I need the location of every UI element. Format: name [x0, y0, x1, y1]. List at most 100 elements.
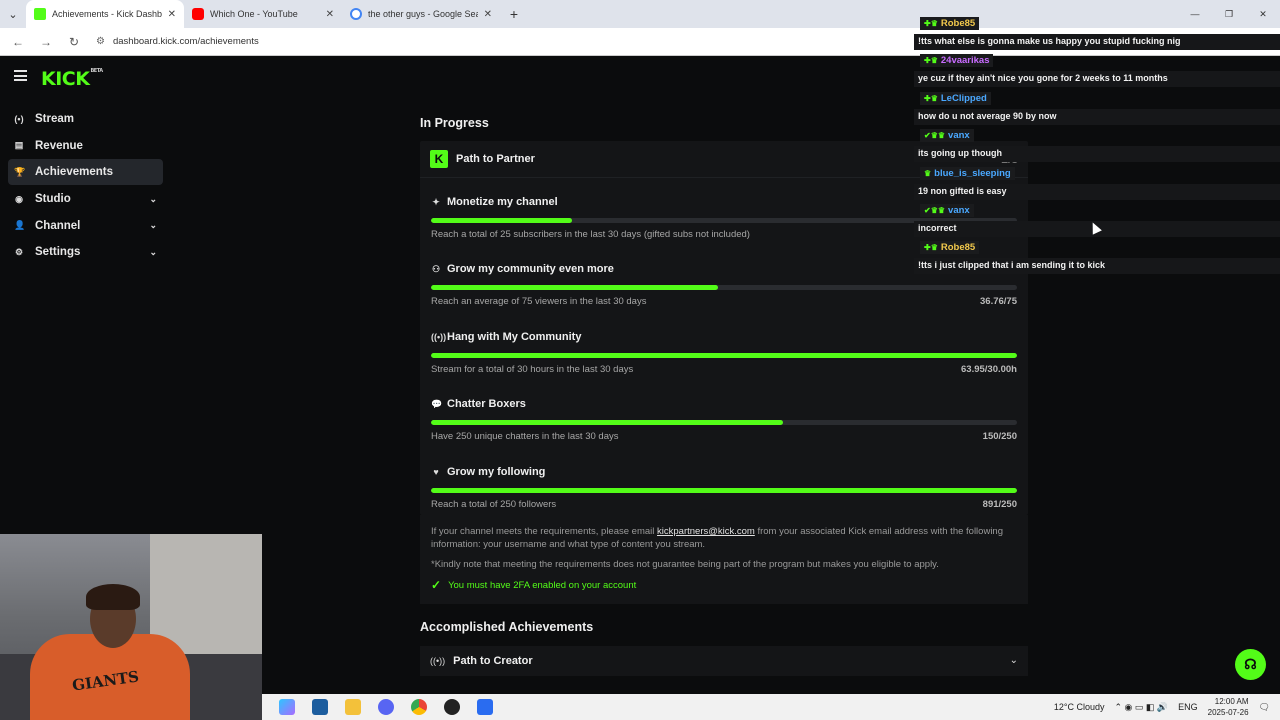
twofa-text: You must have 2FA enabled on your accoun…	[448, 579, 637, 591]
language-indicator[interactable]: ENG	[1178, 702, 1198, 712]
file-explorer-icon[interactable]	[345, 699, 361, 715]
progress-bar	[431, 352, 1017, 358]
chat-text: how do u not average 90 by now	[914, 108, 1280, 125]
close-tab-icon[interactable]: ✕	[326, 9, 334, 20]
chat-badges-icon: ✚♛	[924, 243, 938, 253]
tab-kick[interactable]: Achievements - Kick Dashboard ✕	[26, 0, 184, 28]
chat-overlay: ✚♛ Robe85 !tts what else is gonna make us …	[914, 14, 1280, 276]
goal-value: 63.95/30.00h	[961, 363, 1017, 375]
chevron-down-icon[interactable]: ⌄	[149, 194, 157, 205]
support-chat-button[interactable]: ☊	[1235, 649, 1266, 680]
goal-description: Stream for a total of 30 hours in the la…	[431, 363, 634, 375]
sidebar-item-stream[interactable]: (•) Stream	[8, 106, 163, 132]
tab-title: Which One - YouTube	[210, 9, 298, 19]
tab-google[interactable]: the other guys - Google Search ✕	[342, 0, 500, 28]
goal-title-row: ♥ Grow my following	[431, 466, 1017, 478]
revenue-icon: ▤	[14, 140, 24, 151]
goal-item: 💬 Chatter Boxers Have 250 unique chatters …	[431, 380, 1017, 447]
goal-title: Hang with My Community	[447, 330, 582, 343]
chevron-down-icon[interactable]: ⌄	[149, 247, 157, 258]
google-icon	[350, 8, 362, 20]
goal-description: Reach a total of 250 followers	[431, 498, 557, 510]
twofa-requirement: ✓ You must have 2FA enabled on your acco…	[431, 577, 1017, 592]
goal-value: 891/250	[982, 498, 1017, 510]
trophy-icon: 🏆	[14, 166, 26, 177]
chat-message: ✚♛ Robe85 !tts i just clipped that i am se…	[914, 238, 1280, 275]
goal-value: 150/250	[982, 431, 1017, 443]
tab-title: Achievements - Kick Dashboard	[52, 9, 162, 19]
sidebar-item-achievements[interactable]: 🏆 Achievements	[8, 159, 163, 186]
system-tray-icons[interactable]: ⌃ ◉ ▭ ◧ 🔊	[1115, 702, 1169, 713]
chat-message: ♛ blue_is_sleeping 19 non gifted is easy	[914, 164, 1280, 201]
partner-email-link[interactable]: kickpartners@kick.com	[657, 526, 755, 537]
kick-icon	[34, 8, 46, 20]
url-field[interactable]: ⚙ dashboard.kick.com/achievements	[96, 36, 259, 47]
tab-title: the other guys - Google Search	[368, 9, 478, 19]
chat-message: ✚♛ LeClipped how do u not average 90 by no…	[914, 89, 1280, 126]
sidebar-item-label: Revenue	[35, 139, 83, 152]
goal-item: ♥ Grow my following Reach a total of 250 f…	[431, 448, 1017, 515]
chat-username[interactable]: ✚♛ LeClipped	[920, 91, 991, 105]
chat-username[interactable]: ♛ blue_is_sleeping	[920, 166, 1015, 180]
tab-youtube[interactable]: Which One - YouTube ✕	[184, 0, 342, 28]
hamburger-menu-icon[interactable]	[14, 70, 27, 81]
sidebar-item-channel[interactable]: 👤 Channel ⌄	[8, 213, 163, 239]
sparkle-icon: ✦	[432, 196, 440, 207]
chat-username[interactable]: ✔♛♛ vanx	[920, 129, 974, 143]
chat-username[interactable]: ✚♛ Robe85	[920, 241, 980, 255]
reload-icon[interactable]: ↻	[62, 35, 86, 49]
tab-search-chevron-icon[interactable]: ⌄	[0, 0, 26, 28]
clock[interactable]: 12:00 AM 2025-07-26	[1208, 696, 1249, 718]
sidebar-item-studio[interactable]: ◉ Studio ⌄	[8, 186, 163, 212]
chat-badges-icon: ✚♛	[924, 56, 938, 66]
close-tab-icon[interactable]: ✕	[484, 9, 492, 20]
url-text: dashboard.kick.com/achievements	[112, 36, 259, 47]
chat-badges-icon: ✚♛	[924, 19, 938, 28]
card-title: Path to Partner	[456, 153, 535, 165]
weather-widget[interactable]: 12°C Cloudy	[1054, 702, 1105, 712]
forward-icon[interactable]: →	[34, 35, 58, 49]
chat-username[interactable]: ✚♛ 24vaarikas	[920, 54, 994, 68]
sidebar-item-revenue[interactable]: ▤ Revenue	[8, 133, 163, 159]
chevron-down-icon[interactable]: ⌄	[149, 220, 157, 231]
chat-text: 19 non gifted is easy	[914, 183, 1280, 200]
new-tab-button[interactable]: +	[500, 6, 528, 22]
app-blue-icon[interactable]	[477, 699, 493, 715]
back-icon[interactable]: ←	[6, 35, 30, 49]
progress-fill	[431, 420, 783, 426]
webcam-overlay: GIANTS	[0, 534, 262, 720]
progress-bar	[431, 487, 1017, 493]
chevron-down-icon[interactable]: ⌄	[1010, 655, 1018, 666]
kick-logo[interactable]: KICKBETA	[41, 68, 103, 90]
sidebar: (•) Stream ▤ Revenue 🏆 Achievements ◉ Studio ⌄ 👤 C…	[8, 106, 163, 266]
chrome-icon[interactable]	[411, 699, 427, 715]
chat-username[interactable]: ✚♛ Robe85	[920, 17, 980, 30]
broadcast-icon: ((•))	[431, 331, 447, 342]
check-icon: ✓	[431, 577, 442, 592]
goal-title-row: 💬 Chatter Boxers	[431, 398, 1017, 410]
channel-icon: 👤	[14, 220, 26, 231]
close-tab-icon[interactable]: ✕	[168, 9, 176, 20]
app-v-icon[interactable]	[312, 699, 328, 715]
goal-title-row: ((•)) Hang with My Community	[431, 331, 1017, 343]
kick-badge-icon: K	[430, 150, 448, 168]
goal-description: Reach a total of 25 subscribers in the l…	[431, 229, 750, 240]
goal-item: ((•)) Hang with My Community Stream for a …	[431, 313, 1017, 380]
partner-disclaimer: *Kindly note that meeting the requiremen…	[431, 558, 939, 570]
accomplished-heading: Accomplished Achievements	[420, 619, 594, 634]
discord-icon[interactable]	[378, 699, 394, 715]
copilot-icon[interactable]	[279, 699, 295, 715]
site-info-icon[interactable]: ⚙	[96, 36, 105, 47]
chat-badges-icon: ✔♛♛	[924, 131, 946, 141]
progress-bar	[431, 420, 1017, 426]
obs-icon[interactable]	[444, 699, 460, 715]
chat-username[interactable]: ✔♛♛ vanx	[920, 203, 974, 217]
card-title: Path to Creator	[453, 654, 533, 667]
progress-fill	[431, 352, 1017, 358]
path-to-creator-card[interactable]: ((•)) Path to Creator ⌄	[420, 645, 1028, 676]
goal-title: Grow my community even more	[447, 263, 614, 276]
sidebar-item-label: Studio	[35, 193, 71, 206]
sidebar-item-settings[interactable]: ⚙ Settings ⌄	[8, 239, 163, 265]
notifications-icon[interactable]: 🗨	[1259, 702, 1270, 713]
chat-text: its going up though	[914, 146, 1280, 163]
